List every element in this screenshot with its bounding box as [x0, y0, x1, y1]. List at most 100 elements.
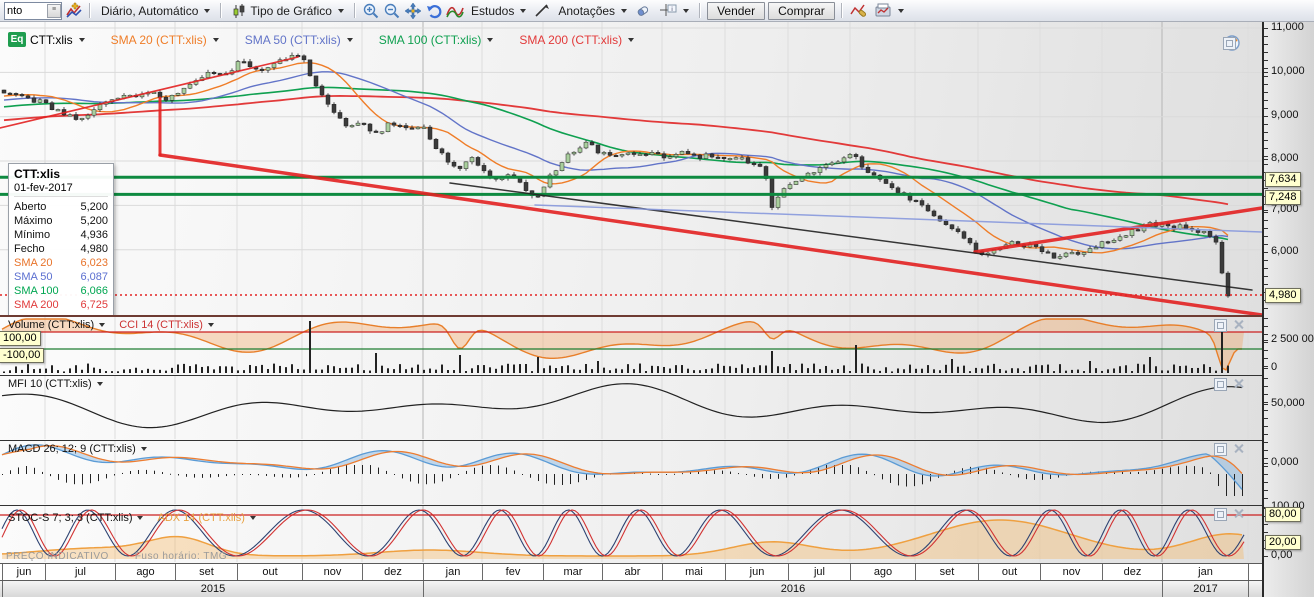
symbol-input[interactable]: [5, 5, 47, 17]
macd-line: [2, 445, 1242, 490]
month-label: jan: [1162, 564, 1248, 580]
mfi-panel[interactable]: MFI 10 (CTT:xlis): [0, 375, 1262, 440]
tooltip-row: SMA 2006,725: [14, 298, 108, 312]
macd-panel[interactable]: MACD 26; 12; 9 (CTT:xlis): [0, 440, 1262, 505]
month-label: ago: [850, 564, 915, 580]
symbol-label: CTT:xlis: [30, 33, 73, 47]
macd-signal-line: [2, 446, 1242, 476]
price-badge: 7,634: [1265, 172, 1301, 187]
restore-panel-icon[interactable]: [1214, 443, 1227, 456]
month-label: mai: [662, 564, 725, 580]
close-panel-icon[interactable]: [1233, 319, 1244, 330]
restore-panel-icon[interactable]: [1214, 508, 1227, 521]
stoc-indicator-label[interactable]: STOC-S 7; 3; 3 (CTT:xlis): [8, 512, 143, 524]
anotacoes-label: Anotações: [558, 4, 615, 18]
month-label: jul: [788, 564, 850, 580]
legend-sma200[interactable]: SMA 200 (CTT:xlis): [519, 33, 634, 47]
month-label: mar: [543, 564, 602, 580]
adx-label-text: ADX 14 (CTT:xlis): [157, 512, 244, 524]
compare-chart-icon[interactable]: [65, 2, 83, 20]
time-axis-years: 201520162017: [0, 581, 1262, 597]
symbol-input-box[interactable]: ≡: [4, 2, 62, 20]
legend-sma50[interactable]: SMA 50 (CTT:xlis): [245, 33, 353, 47]
adx-indicator-label[interactable]: ADX 14 (CTT:xlis): [157, 512, 255, 524]
month-label: jun: [2, 564, 45, 580]
volume-cci-panel[interactable]: Volume (CTT:xlis) CCI 14 (CTT:xlis) 100,…: [0, 315, 1262, 376]
estudos-dropdown[interactable]: Estudos: [467, 3, 530, 19]
chevron-down-icon: [338, 9, 344, 13]
pan-icon[interactable]: [404, 2, 422, 20]
chart-legend: Eq CTT:xlis SMA 20 (CTT:xlis) SMA 50 (CT…: [8, 32, 634, 47]
close-panel-icon[interactable]: [1233, 443, 1244, 454]
crosshair-info-icon: i: [659, 3, 677, 19]
legend-sma100[interactable]: SMA 100 (CTT:xlis): [379, 33, 494, 47]
chevron-down-icon: [79, 38, 85, 42]
chart-settings-icon[interactable]: [849, 2, 867, 20]
legend-sma20[interactable]: SMA 20 (CTT:xlis): [111, 33, 219, 47]
close-panel-icon[interactable]: [1233, 378, 1244, 389]
undo-icon[interactable]: [425, 2, 443, 20]
main-price-panel[interactable]: Eq CTT:xlis SMA 20 (CTT:xlis) SMA 50 (CT…: [0, 22, 1262, 315]
price-axis-column[interactable]: 11,00010,0009,0008,0007,0006,0002 500 00…: [1262, 22, 1314, 597]
cci-indicator-label[interactable]: CCI 14 (CTT:xlis): [119, 319, 214, 331]
sell-button[interactable]: Vender: [707, 2, 765, 20]
price-badge: 4,980: [1265, 288, 1301, 303]
toolbar: ≡ Diário, Automático Tipo de Gráfico: [0, 0, 1314, 22]
chevron-down-icon: [213, 38, 219, 42]
candlestick-series: [2, 53, 1230, 298]
draw-line-icon[interactable]: [533, 2, 551, 20]
close-panel-icon[interactable]: [1233, 508, 1244, 519]
year-label: 2016: [423, 581, 1162, 597]
print-chart-dropdown[interactable]: [870, 1, 908, 21]
month-label: jul: [45, 564, 115, 580]
restore-panel-icon[interactable]: [1214, 378, 1227, 391]
chevron-down-icon: [520, 9, 526, 13]
chevron-down-icon: [898, 9, 904, 13]
sma200-label: SMA 200 (CTT:xlis): [519, 33, 622, 47]
equity-badge: Eq: [8, 32, 26, 47]
month-label: abr: [602, 564, 662, 580]
restore-panel-icon[interactable]: [1214, 319, 1227, 332]
stochastic-adx-panel[interactable]: STOC-S 7; 3; 3 (CTT:xlis) ADX 14 (CTT:xl…: [0, 505, 1262, 563]
volume-indicator-label[interactable]: Volume (CTT:xlis): [8, 319, 105, 331]
tooltip-row: Máximo5,200: [14, 214, 108, 228]
candlestick-icon: [232, 3, 246, 19]
buy-button[interactable]: Comprar: [768, 2, 835, 20]
macd-indicator-label[interactable]: MACD 26; 12; 9 (CTT:xlis): [8, 443, 147, 455]
price-badge: 80,00: [1265, 507, 1301, 522]
indicative-price-watermark: PREÇO INDICATIVO Fuso horário: TMG: [6, 551, 227, 562]
sma-line: [4, 87, 1228, 239]
volume-label-text: Volume (CTT:xlis): [8, 319, 94, 331]
price-badge: 20,00: [1265, 535, 1301, 550]
macd-chart-svg[interactable]: [0, 441, 1262, 504]
eraser-icon[interactable]: [634, 2, 652, 20]
chart-type-label: Tipo de Gráfico: [250, 4, 332, 18]
main-panel-tools: [1223, 34, 1236, 50]
anotacoes-dropdown[interactable]: Anotações: [554, 3, 631, 19]
mfi-chart-svg[interactable]: [0, 376, 1262, 439]
tooltip-row: Mínimo4,936: [14, 228, 108, 242]
interval-label: Diário, Automático: [101, 4, 198, 18]
zoom-in-icon[interactable]: [362, 2, 380, 20]
sma-line: [4, 96, 1228, 204]
toolbar-separator: [699, 3, 701, 18]
legend-symbol[interactable]: Eq CTT:xlis: [8, 32, 85, 47]
estudos-label: Estudos: [471, 4, 514, 18]
macd-fill: [2, 445, 1242, 490]
month-label: dez: [1102, 564, 1162, 580]
main-chart-svg[interactable]: [0, 22, 1262, 315]
month-label: nov: [302, 564, 362, 580]
month-label: ago: [115, 564, 175, 580]
chart-type-dropdown[interactable]: Tipo de Gráfico: [228, 2, 348, 20]
zoom-out-icon[interactable]: [383, 2, 401, 20]
interval-dropdown[interactable]: Diário, Automático: [97, 3, 214, 19]
studies-waves-icon[interactable]: [446, 2, 464, 20]
mfi-indicator-label[interactable]: MFI 10 (CTT:xlis): [8, 378, 103, 390]
restore-panel-icon[interactable]: [1223, 37, 1236, 50]
chevron-down-icon: [208, 323, 214, 327]
mfi-axis-label: 50,000: [1271, 397, 1305, 409]
symbol-lookup-icon[interactable]: ≡: [47, 4, 61, 18]
price-axis-label: 10,000: [1271, 65, 1305, 77]
crosshair-dropdown[interactable]: i: [655, 2, 693, 20]
toolbar-separator: [89, 3, 91, 18]
